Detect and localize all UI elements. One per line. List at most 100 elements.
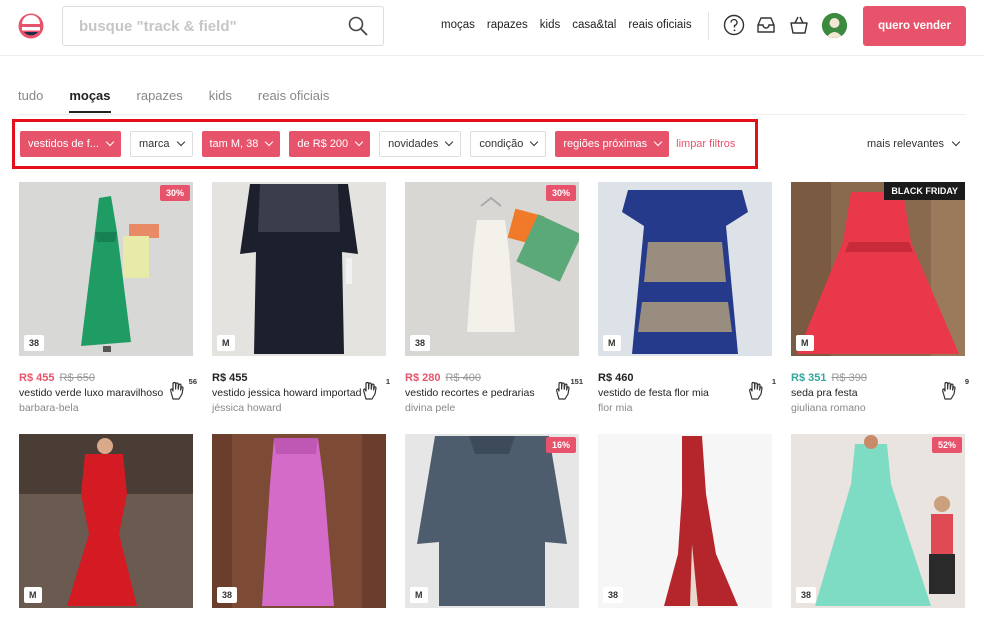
like-button[interactable]: 1 (360, 377, 390, 402)
topnav-link-rapazes[interactable]: rapazes (487, 19, 528, 31)
current-price: R$ 280 (405, 372, 441, 384)
like-button[interactable]: 1 (746, 377, 776, 402)
current-price: R$ 351 (791, 372, 827, 384)
filter-region[interactable]: regiões próximas (555, 131, 670, 157)
inbox-icon[interactable] (755, 14, 777, 36)
filter-region-label: regiões próximas (563, 138, 648, 150)
product-image[interactable]: 38 30% (19, 182, 193, 356)
like-button[interactable]: 9 (939, 377, 969, 402)
discount-badge: 30% (545, 185, 576, 201)
product-image[interactable]: 38 (598, 434, 772, 608)
tab-kids[interactable]: kids (209, 88, 232, 103)
tab-reais-oficiais[interactable]: reais oficiais (258, 88, 330, 103)
discount-badge: 16% (545, 437, 576, 453)
tabs-divider (18, 114, 966, 115)
product-image[interactable]: 38 30% (405, 182, 579, 356)
product-title[interactable]: seda pra festa (791, 387, 941, 399)
sell-button[interactable]: quero vender (863, 6, 966, 46)
product-brand[interactable]: jéssica howard (212, 402, 281, 414)
chevron-down-icon (354, 137, 364, 147)
filter-category-label: vestidos de f... (28, 138, 99, 150)
shopping-bag-icon[interactable] (788, 14, 810, 36)
size-badge: M (410, 587, 428, 603)
sort-label: mais relevantes (867, 138, 945, 150)
top-header: moças rapazes kids casa&tal reais oficia… (0, 0, 984, 56)
enjoei-logo[interactable] (18, 12, 44, 40)
old-price: R$ 650 (59, 372, 95, 384)
filter-condition-label: condição (479, 138, 524, 150)
filter-condition[interactable]: condição (470, 131, 547, 157)
size-badge: M (24, 587, 42, 603)
filter-category[interactable]: vestidos de f... (20, 131, 121, 157)
size-badge: 38 (603, 587, 624, 603)
help-icon[interactable] (723, 14, 745, 36)
search-box (62, 6, 384, 46)
product-price: R$ 280 R$ 400 (405, 372, 481, 384)
search-input[interactable] (63, 7, 333, 45)
chevron-down-icon (176, 137, 185, 147)
current-price: R$ 460 (598, 372, 634, 384)
chevron-down-icon (445, 137, 454, 147)
filter-price[interactable]: de R$ 200 (289, 131, 371, 157)
product-image[interactable]: M 16% (405, 434, 579, 608)
filter-size-label: tam M, 38 (209, 138, 259, 150)
hand-icon (942, 381, 956, 400)
topnav-link-reais-oficiais[interactable]: reais oficiais (628, 19, 691, 31)
product-image[interactable]: M (19, 434, 193, 608)
product-title[interactable]: vestido de festa flor mia (598, 387, 748, 399)
sort-dropdown[interactable]: mais relevantes (867, 137, 961, 150)
size-badge: M (796, 335, 814, 351)
clear-filters-link[interactable]: limpar filtros (676, 138, 735, 150)
product-image[interactable]: 38 52% (791, 434, 965, 608)
like-button[interactable]: 151 (553, 377, 583, 402)
filter-novelty-label: novidades (388, 138, 439, 150)
topnav-link-kids[interactable]: kids (540, 19, 560, 31)
like-count: 1 (771, 377, 776, 386)
filter-novelty[interactable]: novidades (379, 131, 462, 157)
current-price: R$ 455 (212, 372, 248, 384)
product-image[interactable]: M (598, 182, 772, 356)
old-price: R$ 400 (445, 372, 481, 384)
product-price: R$ 460 (598, 372, 633, 384)
size-badge: M (217, 335, 235, 351)
filter-brand[interactable]: marca (129, 131, 193, 157)
like-count: 1 (385, 377, 390, 386)
tab-tudo[interactable]: tudo (18, 88, 43, 103)
user-avatar[interactable] (822, 13, 847, 38)
size-badge: 38 (796, 587, 817, 603)
size-badge: 38 (410, 335, 431, 351)
chevron-down-icon (105, 137, 115, 147)
search-icon[interactable] (347, 15, 369, 37)
product-brand[interactable]: divina pele (405, 402, 455, 414)
product-image[interactable]: 38 (212, 434, 386, 608)
size-badge: 38 (24, 335, 45, 351)
product-title[interactable]: vestido recortes e pedrarias (405, 387, 555, 399)
header-divider (708, 12, 709, 40)
top-nav: moças rapazes kids casa&tal reais oficia… (441, 19, 704, 31)
tab-mocas[interactable]: moças (69, 88, 111, 113)
chevron-down-icon (265, 137, 274, 147)
chevron-down-icon (951, 137, 961, 147)
filter-bar: vestidos de f... marca tam M, 38 de R$ 2… (20, 131, 735, 157)
product-brand[interactable]: barbara-bela (19, 402, 79, 414)
product-price: R$ 351 R$ 390 (791, 372, 867, 384)
product-title[interactable]: vestido verde luxo maravilhoso (19, 387, 169, 399)
product-brand[interactable]: giuliana romano (791, 402, 866, 414)
topnav-link-casa-tal[interactable]: casa&tal (572, 19, 616, 31)
topnav-link-mocas[interactable]: moças (441, 19, 475, 31)
filter-brand-label: marca (138, 138, 170, 150)
product-image[interactable]: M (212, 182, 386, 356)
product-title[interactable]: vestido jessica howard importado (212, 387, 362, 399)
like-button[interactable]: 56 (167, 377, 197, 402)
size-badge: 38 (217, 587, 238, 603)
filter-size[interactable]: tam M, 38 (201, 131, 281, 157)
product-image[interactable]: M BLACK FRIDAY (791, 182, 965, 356)
discount-badge: 52% (931, 437, 962, 453)
filter-price-label: de R$ 200 (297, 138, 349, 150)
tab-rapazes[interactable]: rapazes (137, 88, 183, 103)
chevron-down-icon (653, 137, 663, 147)
old-price: R$ 390 (831, 372, 867, 384)
product-brand[interactable]: flor mia (598, 402, 632, 414)
product-price: R$ 455 (212, 372, 247, 384)
size-badge: M (603, 335, 621, 351)
